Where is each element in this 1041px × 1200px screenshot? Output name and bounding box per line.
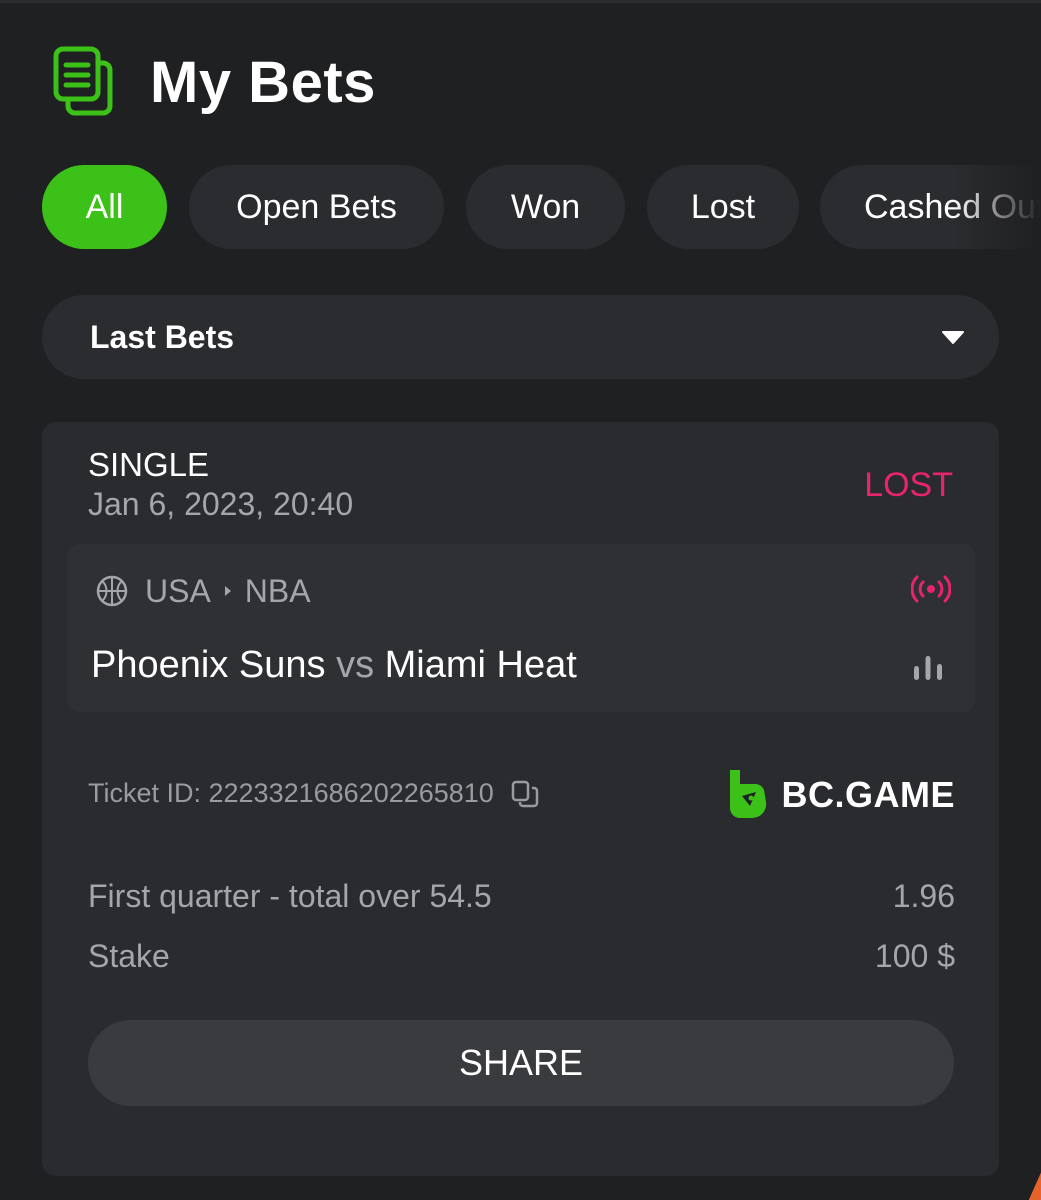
tab-all[interactable]: All xyxy=(42,165,167,249)
page-header: My Bets xyxy=(52,42,376,122)
market-row: First quarter - total over 54.5 1.96 xyxy=(88,878,955,915)
bets-document-icon xyxy=(53,46,113,116)
vs-separator: vs xyxy=(336,644,375,686)
corner-decoration xyxy=(1028,1172,1041,1200)
tab-lost[interactable]: Lost xyxy=(647,165,799,249)
bet-date: Jan 6, 2023, 20:40 xyxy=(88,486,354,522)
caret-down-icon xyxy=(942,331,964,344)
bet-type: SINGLE xyxy=(88,446,210,483)
bet-card: SINGLE Jan 6, 2023, 20:40 LOST USA NBA P… xyxy=(42,422,999,1176)
ticket-id: Ticket ID: 2223321686202265810 xyxy=(88,778,494,808)
league-label: NBA xyxy=(244,572,311,609)
stake-label: Stake xyxy=(88,938,170,974)
stake-value: 100 $ xyxy=(874,938,955,974)
market-label: First quarter - total over 54.5 xyxy=(88,878,492,914)
bet-filter-tabs: All Open Bets Won Lost Cashed Out xyxy=(42,165,1041,249)
country-label: USA xyxy=(145,572,211,609)
status-badge: LOST xyxy=(864,466,953,504)
brand-name: BC.GAME xyxy=(781,774,955,815)
basketball-icon xyxy=(96,575,128,607)
my-bets-page: My Bets All Open Bets Won Lost Cashed Ou… xyxy=(0,0,1041,1200)
bc-game-logo-icon xyxy=(729,770,766,819)
home-team: Phoenix Suns xyxy=(91,644,326,686)
league-breadcrumb: USA NBA xyxy=(95,570,311,612)
tab-open-bets[interactable]: Open Bets xyxy=(189,165,444,249)
ticket-id-row: Ticket ID: 2223321686202265810 xyxy=(88,778,540,809)
away-team: Miami Heat xyxy=(384,644,577,686)
stake-row: Stake 100 $ xyxy=(88,938,955,975)
bets-period-dropdown[interactable]: Last Bets xyxy=(42,295,999,379)
match-teams: Phoenix Suns vs Miami Heat xyxy=(91,644,577,687)
chevron-right-icon xyxy=(224,586,231,596)
dropdown-selected-value: Last Bets xyxy=(90,318,235,355)
live-broadcast-icon xyxy=(911,575,951,603)
page-title: My Bets xyxy=(150,49,376,115)
tab-won[interactable]: Won xyxy=(466,165,625,249)
stats-chart-icon[interactable] xyxy=(911,654,945,682)
match-info[interactable]: USA NBA Phoenix Suns vs Miami Heat xyxy=(67,544,975,712)
odds-value: 1.96 xyxy=(892,878,955,914)
brand-logo: BC.GAME xyxy=(726,768,956,822)
copy-icon[interactable] xyxy=(510,779,540,809)
share-button[interactable]: SHARE xyxy=(88,1020,954,1106)
top-divider xyxy=(0,0,1041,3)
tab-cashed-out[interactable]: Cashed Out xyxy=(820,165,1041,249)
